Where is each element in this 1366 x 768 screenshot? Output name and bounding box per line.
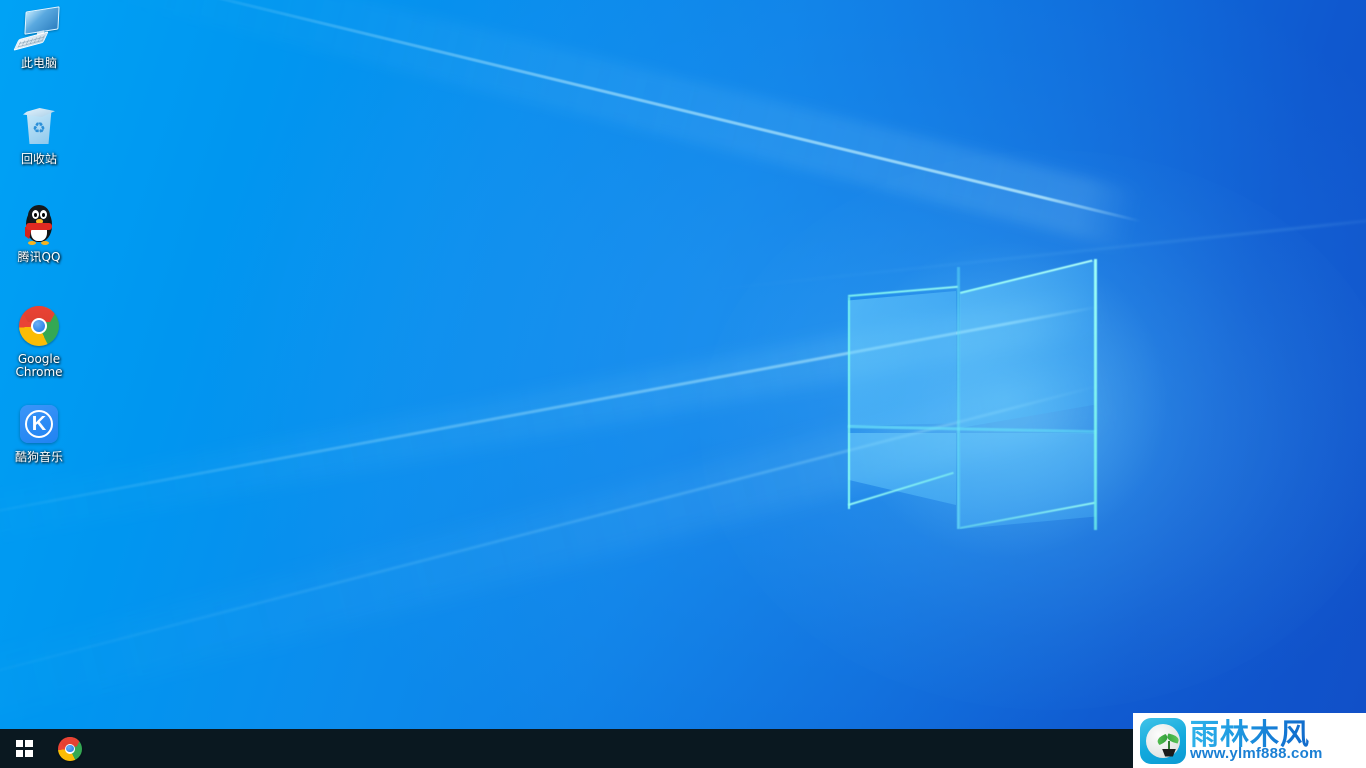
chrome-hub-shape	[31, 318, 47, 334]
desktop-icon-recycle-bin[interactable]: ♻ 回收站	[2, 102, 76, 166]
windows-logo-pane-3	[15, 749, 23, 757]
recycle-bin-icon: ♻	[15, 102, 63, 150]
logo-pane-top-left	[848, 291, 956, 426]
penguin-eye-left	[32, 210, 39, 219]
chrome-wheel-shape	[19, 306, 59, 346]
logo-mullion-horizontal	[847, 425, 1096, 433]
chrome-wheel-shape	[58, 736, 82, 761]
light-ray-top-diffuse	[105, 0, 1140, 249]
light-ray-top	[149, 0, 1142, 223]
windows-logo-pane-4	[25, 749, 33, 757]
windows-logo-pane-1	[15, 740, 23, 748]
desktop-icon-google-chrome[interactable]: Google Chrome	[2, 302, 76, 379]
desktop-icon-label: 酷狗音乐	[14, 450, 63, 464]
logo-pane-bottom-left	[848, 433, 956, 505]
watermark-url: www.ylmf888.com	[1190, 745, 1323, 762]
start-button[interactable]	[0, 729, 48, 768]
desktop-icon-label: 腾讯QQ	[17, 250, 61, 264]
desktop-icon-label-line2: Chrome	[15, 365, 63, 379]
logo-disc-shape	[1146, 723, 1180, 758]
logo-mullion-vertical	[957, 267, 960, 529]
google-chrome-icon	[58, 736, 82, 761]
tencent-qq-icon	[15, 200, 63, 248]
keyboard-shape	[13, 31, 49, 51]
penguin-scarf-shape	[26, 223, 52, 230]
desktop-wallpaper[interactable]: 此电脑 ♻ 回收站 腾讯QQ Google Chrome K 酷狗音乐	[0, 0, 1366, 729]
taskbar-item-google-chrome[interactable]	[48, 729, 92, 768]
stem-shape	[1168, 740, 1170, 750]
ylmf-sprout-logo-icon	[1140, 717, 1186, 764]
kugou-music-icon: K	[15, 400, 63, 448]
penguin-eye-right	[40, 210, 47, 219]
windows-logo-icon	[15, 740, 33, 757]
this-pc-icon	[13, 6, 63, 54]
google-chrome-icon	[15, 302, 63, 350]
penguin-foot-right	[41, 241, 49, 245]
pot-shape	[1162, 748, 1176, 757]
chrome-hub-shape	[65, 743, 75, 754]
recycle-symbol-icon: ♻	[32, 120, 46, 137]
windows-hero-logo	[845, 255, 1103, 530]
kugou-letter: K	[31, 413, 47, 435]
logo-edge-right	[1094, 259, 1097, 530]
desktop-icon-this-pc[interactable]: 此电脑	[2, 6, 76, 70]
watermark-overlay: 雨林木风 www.ylmf888.com	[1133, 713, 1366, 768]
desktop-icon-tencent-qq[interactable]: 腾讯QQ	[2, 200, 76, 264]
logo-pane-top-right	[960, 260, 1096, 428]
windows-logo-pane-2	[25, 740, 33, 748]
kugou-tile-shape: K	[20, 405, 58, 443]
desktop-icon-label: Google Chrome	[2, 353, 76, 379]
penguin-foot-left	[28, 241, 36, 245]
logo-edge-left	[848, 297, 850, 509]
desktop-icon-label: 此电脑	[20, 56, 57, 70]
desktop-icon-kugou-music[interactable]: K 酷狗音乐	[2, 400, 76, 464]
watermark-text-block: 雨林木风 www.ylmf888.com	[1190, 719, 1323, 762]
desktop-icon-label: 回收站	[20, 152, 57, 166]
